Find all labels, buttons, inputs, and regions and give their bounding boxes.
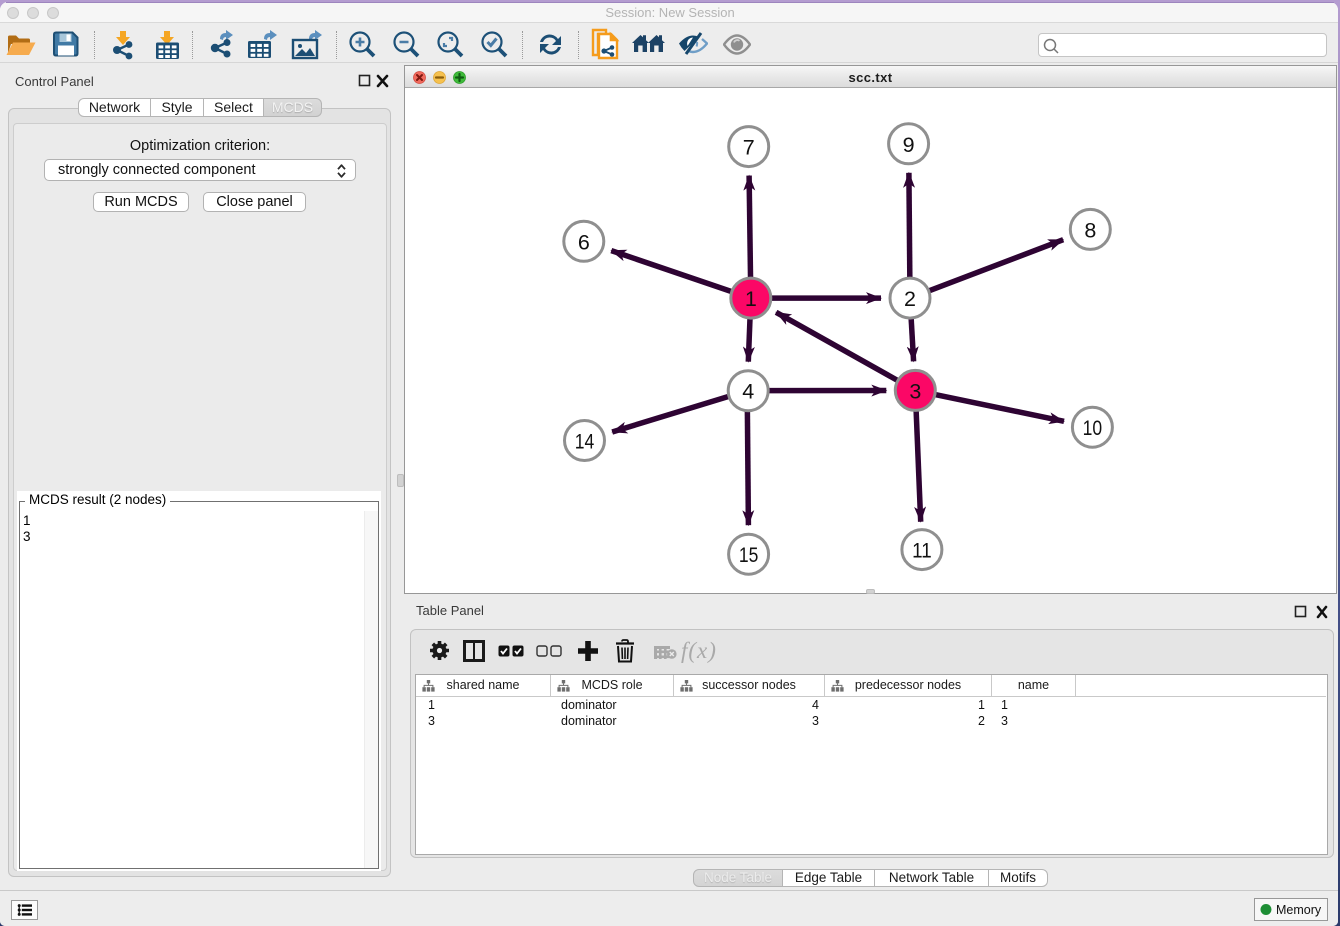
svg-text:Memory: Memory: [1276, 903, 1322, 917]
svg-text:11: 11: [912, 539, 932, 563]
svg-text:8: 8: [1084, 218, 1096, 242]
svg-text:7: 7: [743, 136, 755, 160]
svg-text:10: 10: [1083, 416, 1103, 440]
svg-text:2: 2: [904, 287, 916, 311]
svg-text:1: 1: [745, 287, 757, 311]
svg-text:4: 4: [742, 380, 754, 404]
svg-text:15: 15: [739, 543, 759, 567]
svg-text:6: 6: [578, 230, 590, 254]
svg-text:3: 3: [909, 379, 921, 403]
svg-text:9: 9: [903, 133, 915, 157]
svg-text:14: 14: [575, 430, 595, 454]
